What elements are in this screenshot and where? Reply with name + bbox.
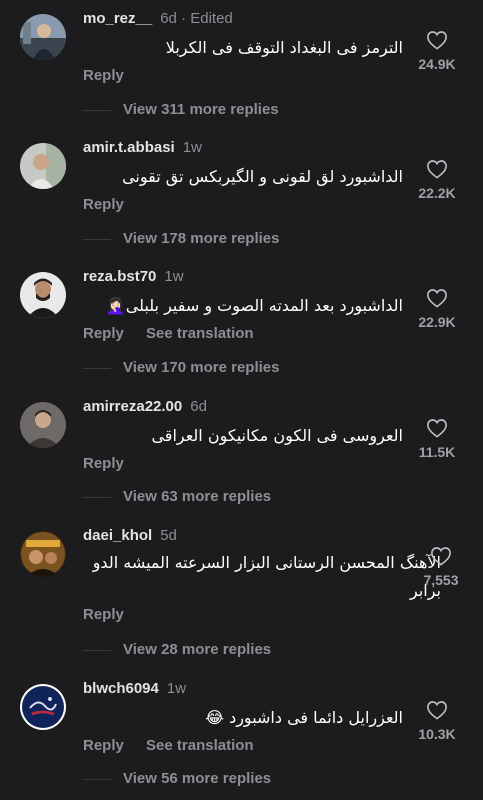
avatar[interactable] [20, 402, 66, 448]
like-button[interactable]: 22.2K [407, 159, 467, 201]
comment-username[interactable]: reza.bst70 1w [83, 268, 184, 285]
reply-button[interactable]: Reply [83, 67, 124, 84]
reply-button[interactable]: Reply [83, 196, 124, 213]
comment-meta: 6d · Edited [160, 10, 233, 27]
comment-actions: Reply [83, 67, 142, 84]
view-more-replies[interactable]: View 311 more replies [83, 101, 279, 118]
comment-actions: Reply [83, 455, 142, 472]
like-count: 11.5K [418, 444, 456, 460]
like-button[interactable]: 24.9K [407, 30, 467, 72]
heart-icon [427, 31, 447, 50]
like-button[interactable]: 7,553 [411, 546, 471, 588]
view-more-replies[interactable]: View 178 more replies [82, 230, 279, 247]
view-more-replies[interactable]: View 56 more replies [82, 770, 271, 787]
comment-username[interactable]: mo_rez__ 6d · Edited [83, 10, 233, 27]
comment-meta: 6d [190, 398, 207, 415]
avatar[interactable] [20, 531, 66, 577]
comment-username[interactable]: amirreza22.00 6d [83, 398, 207, 415]
comment-text: العروسی فی الکون مکانیکون العراقی [151, 426, 403, 445]
view-more-replies[interactable]: View 170 more replies [82, 359, 279, 376]
heart-icon [427, 701, 447, 720]
view-more-replies[interactable]: View 63 more replies [82, 488, 271, 505]
heart-icon [427, 160, 447, 179]
like-button[interactable]: 11.5K [407, 418, 467, 460]
like-count: 10.3K [418, 726, 456, 742]
comment-text: العزرایل دائما فی داشبورد 😂 [205, 708, 403, 727]
heart-icon [427, 289, 447, 308]
like-count: 22.9K [418, 314, 456, 330]
avatar[interactable] [20, 684, 66, 730]
see-translation-button[interactable]: See translation [146, 325, 254, 342]
comment-username[interactable]: blwch6094 1w [83, 680, 186, 697]
like-count: 24.9K [418, 56, 456, 72]
comment-meta: 1w [166, 680, 187, 697]
like-button[interactable]: 10.3K [407, 700, 467, 742]
reply-button[interactable]: Reply [83, 606, 124, 623]
avatar[interactable] [20, 272, 66, 318]
comment-meta: 1w [164, 268, 184, 285]
heart-icon [427, 419, 447, 438]
reply-button[interactable]: Reply [83, 455, 124, 472]
view-more-replies[interactable]: View 28 more replies [82, 641, 271, 658]
reply-button[interactable]: Reply [83, 325, 124, 342]
comment-meta: 1w [182, 139, 202, 156]
comment-username[interactable]: amir.t.abbasi 1w [83, 139, 202, 156]
like-count: 22.2K [418, 185, 456, 201]
heart-icon [431, 547, 451, 566]
reply-button[interactable]: Reply [83, 737, 124, 754]
comment-actions: Reply [83, 196, 142, 213]
like-button[interactable]: 22.9K [407, 288, 467, 330]
like-count: 7,553 [423, 572, 459, 588]
see-translation-button[interactable]: See translation [146, 737, 254, 754]
comment-text: الداشبورد بعد المدته الصوت و سفیر بلبلی🤦… [105, 296, 403, 315]
comment-text: الترمز فی البغداد التوقف فی الکربلا [165, 38, 403, 57]
avatar[interactable] [20, 14, 66, 60]
comment-text: الداشبورد لق لقونی و الگیربکس تق تقونی [122, 167, 403, 186]
comment-actions: Reply See translation [83, 325, 272, 342]
comment-actions: Reply See translation [83, 737, 272, 754]
comment-meta: 5d [160, 527, 177, 544]
comment-actions: Reply [83, 606, 142, 623]
comment-username[interactable]: daei_khol 5d [83, 527, 177, 544]
avatar[interactable] [20, 143, 66, 189]
comment-text: الآهنگ المحسن الرستانی البزار السرعته ال… [92, 553, 441, 600]
